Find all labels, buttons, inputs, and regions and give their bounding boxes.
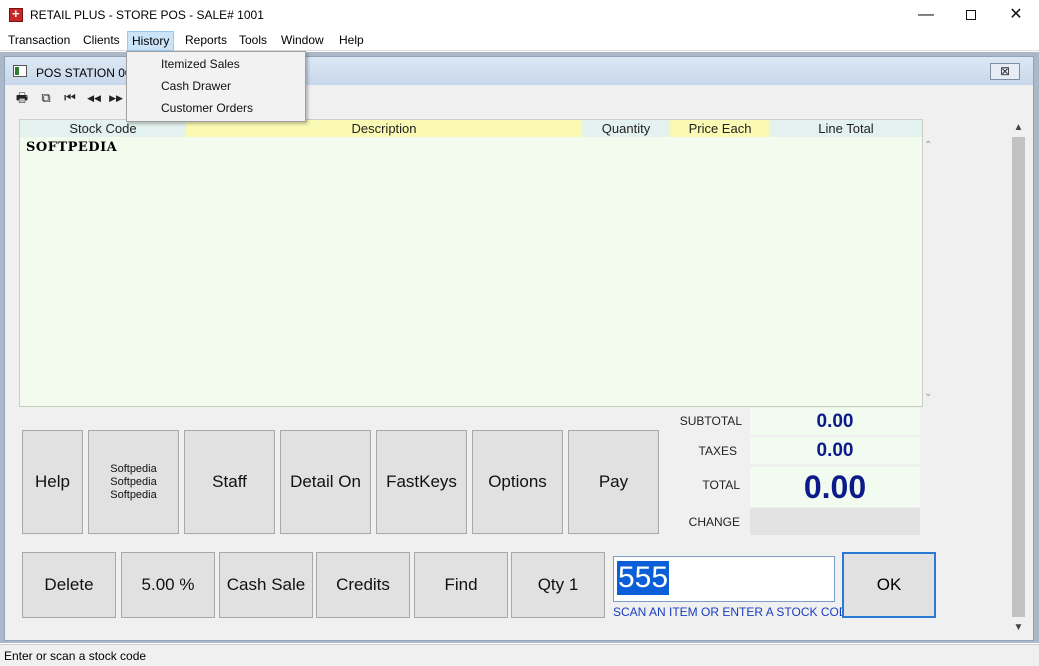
minimize-button[interactable]: —: [903, 0, 949, 30]
grid-header: Stock Code Description Quantity Price Ea…: [20, 120, 922, 137]
sale-items-grid[interactable]: Stock Code Description Quantity Price Ea…: [19, 119, 932, 407]
options-button[interactable]: Options: [472, 430, 563, 534]
ok-button[interactable]: OK: [842, 552, 936, 618]
window-title: RETAIL PLUS - STORE POS - SALE# 1001: [30, 8, 264, 22]
scroll-thumb[interactable]: [1012, 137, 1025, 617]
menu-window[interactable]: Window: [277, 31, 328, 51]
fastkeys-button[interactable]: FastKeys: [376, 430, 467, 534]
maximize-icon: [966, 9, 976, 20]
find-button[interactable]: Find: [414, 552, 508, 618]
close-button[interactable]: ✕: [993, 0, 1039, 30]
change-label: CHANGE: [688, 515, 740, 529]
first-icon[interactable]: ⏮: [61, 89, 79, 107]
detail-on-button[interactable]: Detail On: [280, 430, 371, 534]
title-bar: RETAIL PLUS - STORE POS - SALE# 1001 — ✕: [0, 0, 1039, 30]
discount-percent-button[interactable]: 5.00 %: [121, 552, 215, 618]
menu-transaction[interactable]: Transaction: [4, 31, 74, 51]
pay-button[interactable]: Pay: [568, 430, 659, 534]
menu-bar: Transaction Clients History Reports Tool…: [0, 30, 1039, 51]
cash-sale-button[interactable]: Cash Sale: [219, 552, 313, 618]
column-price-each[interactable]: Price Each: [670, 120, 770, 137]
menu-tools[interactable]: Tools: [235, 31, 271, 51]
softpedia-line-2: Softpedia: [110, 475, 157, 488]
menu-customer-orders[interactable]: Customer Orders: [161, 101, 253, 115]
menu-cash-drawer[interactable]: Cash Drawer: [161, 79, 231, 93]
scan-hint: SCAN AN ITEM OR ENTER A STOCK CODE: [613, 605, 856, 619]
station-icon: [13, 65, 27, 77]
stock-code-value: 555: [617, 561, 670, 595]
app-icon: [9, 6, 23, 22]
menu-clients[interactable]: Clients: [79, 31, 124, 51]
grid-scroll-down-icon[interactable]: ⌄: [924, 388, 932, 399]
menu-help[interactable]: Help: [335, 31, 368, 51]
total-value: 0.00: [750, 467, 920, 507]
help-button[interactable]: Help: [22, 430, 83, 534]
grid-scroll-up-icon[interactable]: ⌃: [924, 140, 932, 151]
menu-history[interactable]: History: [127, 31, 175, 51]
taxes-value: 0.00: [750, 437, 920, 464]
softpedia-line-3: Softpedia: [110, 488, 157, 501]
column-quantity[interactable]: Quantity: [582, 120, 670, 137]
taxes-label: TAXES: [698, 444, 737, 458]
mdi-area: POS STATION 001 ⊠ 🖶 ⧉ ⏮ ◀◀ ▶▶ Stock Code…: [0, 52, 1039, 643]
child-close-button[interactable]: ⊠: [990, 63, 1020, 80]
printer-icon[interactable]: 🖶: [13, 89, 31, 107]
status-bar: Enter or scan a stock code: [0, 644, 1039, 666]
column-line-total[interactable]: Line Total: [770, 120, 922, 137]
delete-button[interactable]: Delete: [22, 552, 116, 618]
qty-button[interactable]: Qty 1: [511, 552, 605, 618]
subtotal-label: SUBTOTAL: [679, 414, 742, 428]
credits-button[interactable]: Credits: [316, 552, 410, 618]
prev-icon[interactable]: ◀◀: [85, 89, 103, 107]
pos-station-window: POS STATION 001 ⊠ 🖶 ⧉ ⏮ ◀◀ ▶▶ Stock Code…: [4, 56, 1034, 641]
stock-code-input[interactable]: 555: [613, 556, 835, 602]
total-label: TOTAL: [702, 478, 740, 492]
scroll-up-icon[interactable]: ▲: [1010, 119, 1027, 136]
menu-reports[interactable]: Reports: [181, 31, 231, 51]
staff-button[interactable]: Staff: [184, 430, 275, 534]
subtotal-value: 0.00: [750, 408, 920, 435]
history-dropdown: Itemized Sales Cash Drawer Customer Orde…: [126, 51, 306, 122]
column-stock-code[interactable]: Stock Code: [20, 120, 186, 137]
child-title: POS STATION 001: [36, 66, 139, 80]
change-value: [750, 508, 920, 535]
status-text: Enter or scan a stock code: [4, 649, 147, 663]
column-description[interactable]: Description: [186, 120, 582, 137]
copy-icon[interactable]: ⧉: [37, 89, 55, 107]
scroll-down-icon[interactable]: ▼: [1010, 619, 1027, 636]
grid-row-text: SOFTPEDIA: [26, 140, 118, 155]
softpedia-button[interactable]: Softpedia Softpedia Softpedia: [88, 430, 179, 534]
menu-itemized-sales[interactable]: Itemized Sales: [161, 57, 240, 71]
softpedia-line-1: Softpedia: [110, 462, 157, 475]
next-icon[interactable]: ▶▶: [107, 89, 125, 107]
maximize-button[interactable]: [948, 0, 994, 30]
vertical-scrollbar[interactable]: ▲ ▼: [1010, 119, 1027, 637]
